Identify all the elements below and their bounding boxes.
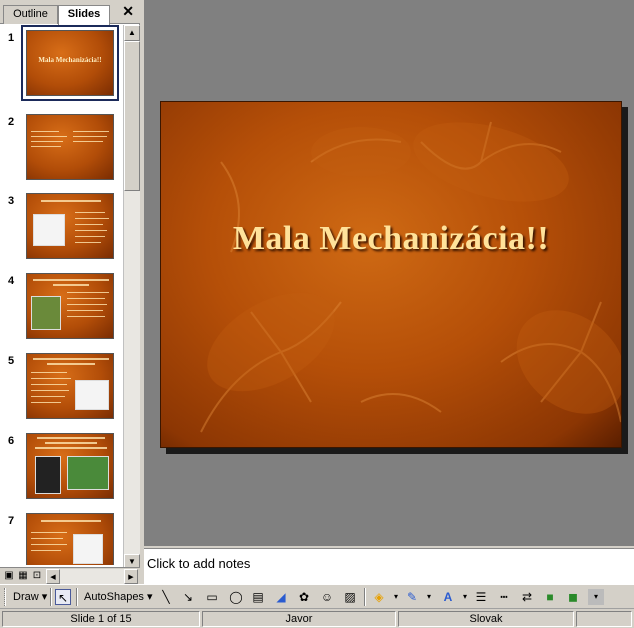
fill-color-icon[interactable]: ◈ [371,589,387,605]
slide-preview[interactable] [26,273,114,339]
draw-label: Draw [13,591,39,603]
slide-thumbnail-list: 1 Mala Mechanizácia!! 2 3 4 5 6 7 [0,25,122,565]
wordart-icon[interactable]: ◢ [273,589,289,605]
clip-art-icon[interactable]: ☺ [319,589,335,605]
autoshapes-menu-button[interactable]: AutoShapes ▾ [84,588,153,606]
status-bar: Slide 1 of 15 Javor Slovak [0,609,634,628]
slide-preview[interactable] [26,513,114,565]
toolbar-options-icon[interactable]: ▾ [588,589,604,605]
font-color-dropdown-icon[interactable]: ▾ [457,589,473,605]
slide-thumbnail-7[interactable]: 7 [0,511,122,565]
arrow-style-icon[interactable]: ⇄ [519,589,535,605]
dash-style-icon[interactable]: ┅ [496,589,512,605]
pane-tabbar: Outline Slides ✕ [0,0,140,25]
leaf-background [200,121,621,433]
slide-number: 6 [8,435,15,447]
slide-thumbnail-3[interactable]: 3 [0,191,122,269]
line-icon[interactable]: ╲ [158,589,174,605]
3d-style-icon[interactable]: ◼ [565,589,581,605]
slide-number: 5 [8,355,15,367]
thumbnail-scrollbar[interactable]: ▲ ▼ [123,25,140,570]
horizontal-scrollbar[interactable]: ◀ ▶ [46,569,138,584]
blower-image [73,534,103,564]
slide-preview[interactable]: Mala Mechanizácia!! [21,25,119,101]
slide-sorter-view-icon[interactable]: ▦ [16,569,30,583]
slide-preview[interactable] [26,433,114,499]
diagram-icon[interactable]: ✿ [296,589,312,605]
fill-color-dropdown-icon[interactable]: ▾ [388,589,404,605]
slide-thumbnail-6[interactable]: 6 [0,431,122,509]
thumb-title: Mala Mechanizácia!! [38,56,102,64]
scroll-right-icon[interactable]: ▶ [124,569,138,584]
shadow-icon[interactable]: ■ [542,589,558,605]
language-indicator: Slovak [398,611,574,627]
slide-thumbnail-5[interactable]: 5 [0,351,122,429]
font-color-icon[interactable]: A [440,589,456,605]
slides-pane: Outline Slides ✕ 1 Mala Mechanizácia!! 2 [0,0,140,584]
toolbar-grip [4,588,6,606]
mower-image [33,214,65,246]
slide-show-icon[interactable]: ⊡ [30,569,44,583]
picture-icon[interactable]: ▨ [342,589,358,605]
line-style-icon[interactable]: ☰ [473,589,489,605]
notes-pane[interactable]: Click to add notes [144,548,634,584]
rectangle-icon[interactable]: ▭ [204,589,220,605]
toolbar-separator [50,588,52,606]
select-pointer-icon[interactable]: ↖ [55,589,71,605]
status-empty-cell [576,611,632,627]
notes-placeholder: Click to add notes [147,556,251,571]
slide-number: 7 [8,515,15,527]
slide-indicator: Slide 1 of 15 [2,611,200,627]
slide-canvas[interactable]: Mala Mechanizácia!! [160,101,622,448]
tab-slides[interactable]: Slides [58,5,110,25]
tab-outline[interactable]: Outline [3,5,58,24]
normal-view-icon[interactable]: ▣ [2,569,16,583]
slide-preview[interactable] [26,353,114,419]
scroll-up-icon[interactable]: ▲ [124,25,140,41]
slide-number: 2 [8,116,15,128]
design-template-name: Javor [202,611,396,627]
slide-thumbnail-1[interactable]: 1 Mala Mechanizácia!! [0,25,122,106]
slide-preview[interactable] [26,193,114,259]
pressure-washer-image [35,456,61,494]
text-box-icon[interactable]: ▤ [250,589,266,605]
slide-preview[interactable] [26,114,114,180]
slide-number: 3 [8,195,15,207]
slide-editing-area: Mala Mechanizácia!! [144,0,634,546]
drawing-toolbar: Draw ▾ ↖ AutoShapes ▾ ╲ ↘ ▭ ◯ ▤ ◢ ✿ ☺ ▨ … [0,584,634,609]
slide-title[interactable]: Mala Mechanizácia!! [161,220,621,258]
scroll-left-icon[interactable]: ◀ [46,569,60,584]
trimmer-image [31,296,61,330]
slide-thumbnail-2[interactable]: 2 [0,112,122,190]
view-buttons-bar: ▣ ▦ ⊡ ◀ ▶ [0,567,140,584]
slide-number: 1 [8,32,15,44]
line-color-icon[interactable]: ✎ [404,589,420,605]
arrow-icon[interactable]: ↘ [180,589,196,605]
close-icon[interactable]: ✕ [122,4,134,18]
draw-menu-button[interactable]: Draw ▾ [13,588,47,606]
autoshapes-label: AutoShapes [84,591,144,603]
slide-number: 4 [8,275,15,287]
toolbar-separator [76,588,78,606]
line-color-dropdown-icon[interactable]: ▾ [421,589,437,605]
cultivator-image [75,380,109,410]
scroll-thumb[interactable] [124,41,140,191]
slide-thumbnail-4[interactable]: 4 [0,271,122,349]
oval-icon[interactable]: ◯ [228,589,244,605]
garden-image [67,456,109,490]
toolbar-separator [364,588,366,606]
